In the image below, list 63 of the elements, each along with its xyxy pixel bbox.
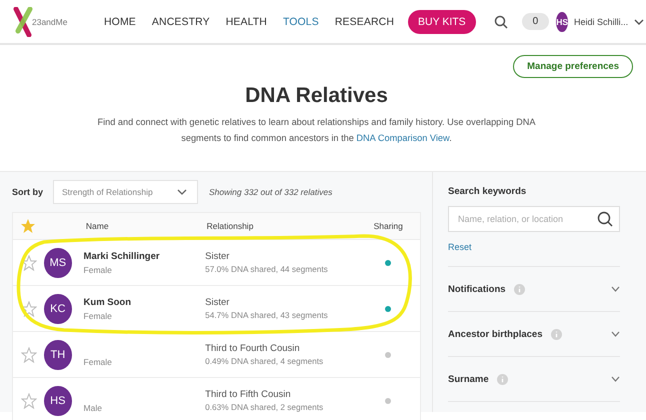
relative-avatar: MS — [44, 248, 72, 278]
column-header: Name — [86, 221, 110, 231]
dna-shared-text: 57.0% DNA shared, 44 segments — [205, 264, 329, 274]
relationship-text: Third to Fifth Cousin — [205, 389, 292, 400]
user-name[interactable]: Heidi Schilli... — [574, 16, 628, 26]
caret-down-icon[interactable] — [611, 376, 620, 382]
nav-link[interactable]: HOME — [104, 16, 136, 28]
column-header: Relationship — [206, 221, 254, 231]
manage-preferences-button[interactable]: Manage preferences — [513, 55, 633, 78]
star-icon[interactable] — [20, 300, 37, 316]
user-avatar[interactable]: HS — [556, 12, 568, 32]
star-icon[interactable] — [20, 392, 37, 408]
relative-row[interactable]: HS Male Third to Fifth Cousin 0.63% DNA shared, 2 segments — [13, 377, 420, 420]
caret-down-icon[interactable] — [611, 286, 620, 292]
description-text: Find and connect with genetic relatives to learn about relationships and family history. Use overlapping DNA segments to find common ancestors in the DNA Comparison View. — [96, 116, 536, 145]
filter-section-toggle[interactable]: Surname — [448, 374, 489, 384]
star-icon[interactable] — [20, 346, 37, 362]
info-icon[interactable] — [514, 284, 525, 294]
relationship-text: Third to Fourth Cousin — [205, 343, 301, 354]
dna-shared-text: 0.63% DNA shared, 2 segments — [205, 402, 324, 412]
relative-avatar: HS — [44, 386, 72, 416]
nav-link[interactable]: ANCESTRY — [152, 16, 210, 28]
relative-sex: Female — [84, 310, 113, 320]
reset-link[interactable]: Reset — [448, 242, 620, 267]
nav-link[interactable]: HEALTH — [226, 16, 267, 28]
search-icon[interactable] — [494, 14, 508, 28]
info-icon[interactable] — [550, 328, 562, 340]
search-field[interactable]: Name, relation, or location — [448, 206, 620, 232]
relative-name: Kum Soon — [84, 296, 132, 308]
relative-name: Marki Schillinger — [84, 250, 161, 262]
info-icon[interactable] — [496, 374, 508, 384]
dna-shared-text: 0.49% DNA shared, 4 segments — [205, 356, 324, 366]
relative-row[interactable]: TH Female Third to Fourth Cousin 0.49% DNA shared, 4 segments — [13, 331, 420, 377]
nav-link[interactable]: TOOLS — [282, 16, 319, 28]
caret-down-icon[interactable] — [611, 331, 620, 337]
relative-sex: Female — [84, 356, 113, 366]
dna-shared-text: 54.7% DNA shared, 43 segments — [205, 310, 329, 320]
filter-section-toggle[interactable]: Notifications — [448, 284, 506, 294]
nav-link[interactable]: RESEARCH — [334, 16, 394, 28]
column-header: Sharing — [372, 221, 404, 231]
comparison-link[interactable]: DNA Comparison View — [356, 133, 450, 143]
caret-icon[interactable] — [634, 18, 644, 24]
relative-sex: Male — [84, 402, 103, 412]
relationship-text: Sister — [205, 297, 230, 308]
search-label: Search keywords — [448, 186, 528, 197]
page-title: DNA Relatives — [244, 84, 389, 108]
relative-row[interactable]: KC Kum Soon Female Sister 54.7% DNA shared, 43 segments — [13, 285, 420, 331]
logo-icon — [12, 6, 34, 36]
relationship-text: Sister — [205, 251, 230, 262]
relative-sex: Female — [84, 264, 113, 274]
filter-section-toggle[interactable]: Ancestor birthplaces — [448, 328, 542, 340]
results-summary: Showing 332 out of 332 relatives — [209, 187, 332, 197]
buy-kits-button[interactable]: BUY KITS — [408, 10, 476, 34]
notification-count[interactable]: 0 — [522, 13, 550, 30]
sort-dropdown[interactable]: Strength of Relationship — [53, 180, 198, 204]
relative-avatar: KC — [44, 294, 72, 324]
star-icon[interactable] — [20, 218, 36, 234]
relative-avatar: TH — [44, 340, 72, 370]
relative-row[interactable]: MS Marki Schillinger Female Sister 57.0% DNA shared, 44 segments — [13, 239, 420, 285]
logo-text: 23andMe — [32, 16, 68, 26]
search-icon[interactable] — [597, 211, 613, 227]
sort-label: Sort by — [12, 187, 44, 197]
caret-icon — [177, 189, 187, 195]
